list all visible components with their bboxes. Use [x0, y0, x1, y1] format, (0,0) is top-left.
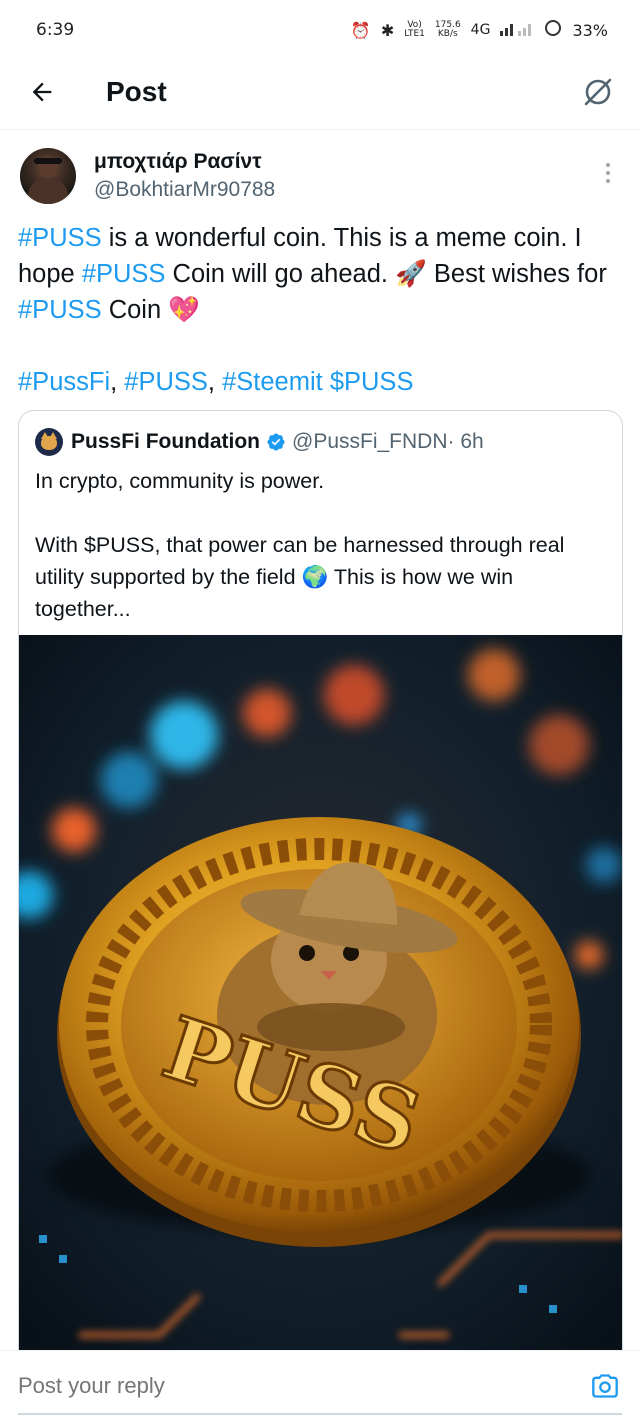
quoted-author-name: PussFi Foundation [71, 430, 260, 453]
grok-button[interactable] [578, 72, 618, 112]
status-bar: 6:39 ⏰ ✱ Vo) LTE1 175.6 KB/s 4G 33% [0, 0, 640, 60]
hashtag-link[interactable]: #PUSS [124, 368, 208, 396]
quoted-tweet-card[interactable]: PussFi Foundation @PussFi_FNDN · 6h In c… [18, 410, 623, 1370]
hashtag-link[interactable]: #PussFi [18, 368, 110, 396]
quoted-author-avatar [35, 428, 63, 456]
reply-underline [18, 1413, 622, 1415]
hashtag-link[interactable]: #PUSS [18, 296, 102, 324]
hashtag-link[interactable]: #Steemit [222, 368, 323, 396]
author-handle[interactable]: @BokhtiarMr90788 [94, 178, 275, 202]
quoted-paragraph: In crypto, community is power. [35, 469, 325, 493]
quoted-tweet-image[interactable]: PUSS [19, 635, 622, 1369]
network-type: 4G [470, 22, 491, 38]
status-icons: ⏰ ✱ Vo) LTE1 175.6 KB/s 4G 33% [351, 19, 608, 41]
volte-indicator: Vo) LTE1 [404, 20, 425, 39]
quoted-paragraph: With $PUSS, that power can be harnessed … [35, 533, 565, 621]
tweet-text: #PUSS is a wonderful coin. This is a mem… [18, 224, 607, 324]
quoted-author-handle: @PussFi_FNDN [292, 430, 448, 453]
network-speed: 175.6 KB/s [434, 20, 461, 39]
verified-badge-icon [267, 433, 285, 451]
camera-button[interactable] [590, 1371, 620, 1401]
back-button[interactable] [24, 74, 60, 110]
tweet-hashtags: #PussFi, #PUSS, #Steemit $PUSS [18, 368, 414, 396]
quoted-tweet-text: In crypto, community is power. With $PUS… [35, 465, 605, 625]
status-time: 6:39 [36, 20, 75, 40]
battery-percent: 33% [572, 20, 608, 40]
hashtag-link[interactable]: #PUSS [82, 260, 166, 288]
tweet-author: μποχτιάρ Ρασίντ @BokhtiarMr90788 [0, 140, 640, 216]
page-title: Post [106, 76, 167, 107]
author-display-name[interactable]: μποχτιάρ Ρασίντ [94, 150, 262, 174]
reply-bar [0, 1350, 640, 1422]
battery-icon [544, 19, 562, 41]
signal-icon [500, 20, 534, 40]
camera-icon [592, 1374, 618, 1398]
cashtag-link[interactable]: $PUSS [330, 368, 414, 396]
alarm-icon: ⏰ [350, 20, 371, 40]
top-app-bar: Post [0, 60, 640, 130]
quoted-tweet-time: · 6h [447, 430, 484, 453]
bluetooth-icon: ✱ [380, 20, 395, 40]
hashtag-link[interactable]: #PUSS [18, 224, 102, 252]
more-options-button[interactable] [598, 158, 618, 188]
avatar[interactable] [20, 148, 76, 204]
back-arrow-icon [32, 82, 52, 102]
grok-icon [584, 78, 612, 106]
quoted-tweet-header: PussFi Foundation @PussFi_FNDN · 6h [35, 427, 484, 457]
puss-coin-illustration: PUSS [19, 635, 622, 1369]
reply-input[interactable] [18, 1373, 306, 1399]
